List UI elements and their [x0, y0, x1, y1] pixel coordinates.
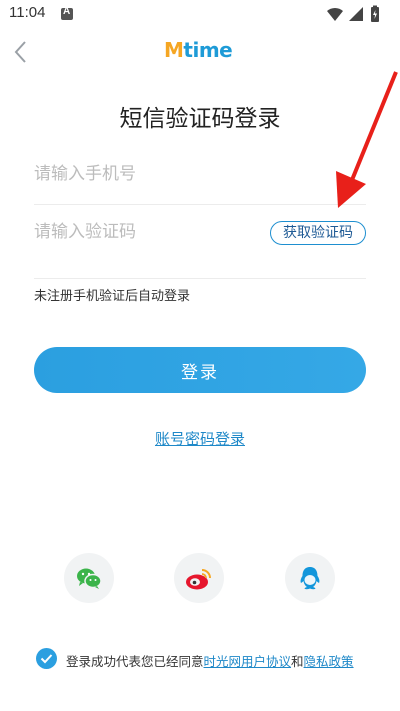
phone-input[interactable] [34, 154, 254, 194]
page-title: 短信验证码登录 [119, 106, 281, 132]
qq-icon [300, 567, 320, 590]
login-button[interactable]: 登录 [34, 347, 366, 393]
agreement-checkbox[interactable] [36, 648, 57, 669]
status-icons [326, 5, 386, 23]
agreement-prefix: 登录成功代表您已经同意 [66, 654, 204, 669]
cellular-signal-icon [349, 7, 363, 21]
mtime-logo: Mtime [164, 38, 240, 66]
status-time: 11:04 [9, 4, 46, 21]
battery-charging-icon [371, 5, 379, 22]
weibo-icon [186, 569, 211, 590]
code-input[interactable] [34, 212, 254, 252]
auto-register-hint: 未注册手机验证后自动登录 [34, 289, 191, 304]
password-login-link[interactable]: 账号密码登录 [155, 430, 245, 448]
privacy-policy-link[interactable]: 隐私政策 [304, 654, 354, 669]
agreement-text: 登录成功代表您已经同意时光网用户协议和隐私政策 [66, 651, 354, 670]
phone-field-row [34, 146, 366, 205]
agreement-row: 登录成功代表您已经同意时光网用户协议和隐私政策 [36, 648, 386, 670]
weibo-login-button[interactable] [174, 553, 224, 603]
logo-text: time [183, 38, 233, 62]
back-button[interactable] [6, 36, 38, 68]
user-agreement-link[interactable]: 时光网用户协议 [204, 654, 292, 669]
check-icon [40, 654, 53, 664]
notification-a-icon [61, 6, 73, 20]
logo-m: M [164, 38, 184, 62]
wechat-login-button[interactable] [64, 553, 114, 603]
code-field-row: 获取验证码 [34, 204, 366, 279]
chevron-left-icon [14, 41, 26, 63]
wifi-icon [327, 7, 343, 21]
agreement-and: 和 [291, 654, 304, 669]
wechat-icon [77, 568, 102, 589]
get-code-button[interactable]: 获取验证码 [270, 221, 366, 245]
qq-login-button[interactable] [285, 553, 335, 603]
password-login-row: 账号密码登录 [0, 428, 400, 449]
status-bar: 11:04 [0, 0, 400, 28]
